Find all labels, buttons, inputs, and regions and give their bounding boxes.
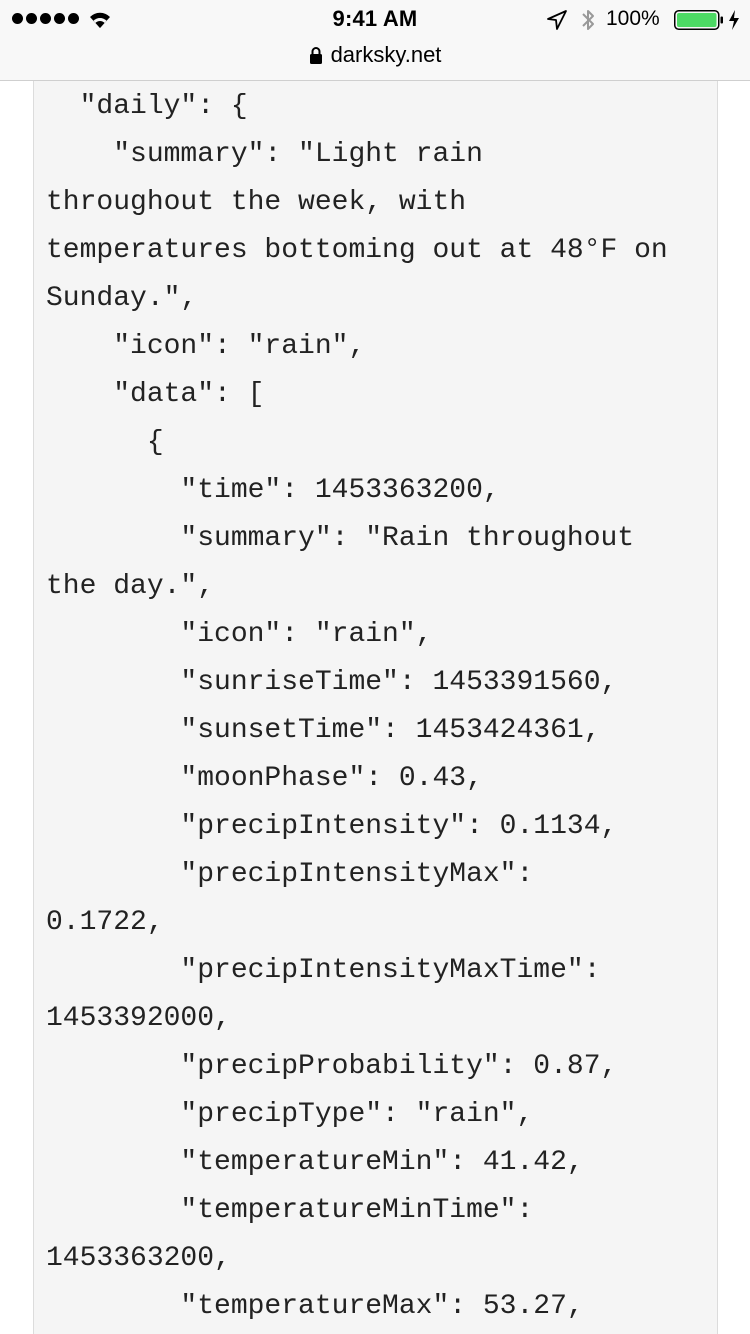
code-line: "temperatureMinTime": [46,1195,534,1226]
code-line: "data": [ [46,379,265,410]
code-line: "precipType": "rain", [46,1099,534,1130]
code-line: "temperatureMax": 53.27, [46,1291,584,1322]
code-line: "icon": "rain", [46,619,433,650]
code-line: "time": 1453363200, [46,475,500,506]
code-line: "icon": "rain", [46,331,366,362]
json-code-block: "daily": { "summary": "Light rain throug… [33,81,718,1334]
battery-icon [674,10,723,30]
code-line: "precipIntensityMaxTime": [46,955,601,986]
code-line: "temperatureMin": 41.42, [46,1147,584,1178]
code-line: 1453392000, [46,1003,231,1034]
code-line: 1453363200, [46,1243,231,1274]
charging-bolt-icon [729,10,739,30]
code-text: "daily": { "summary": "Light rain throug… [46,83,668,1331]
status-bar: 9:41 AM 100% [0,0,750,40]
url-bar[interactable]: darksky.net [0,40,750,81]
code-line: the day.", [46,571,215,602]
lock-icon [309,47,322,64]
url-domain: darksky.net [330,42,442,67]
code-line: "summary": "Rain throughout [46,523,635,554]
code-line: "sunsetTime": 1453424361, [46,715,601,746]
code-line: "summary": "Light rain [46,139,483,170]
code-line: Sunday.", [46,283,198,314]
code-line: { [46,427,164,458]
code-line: temperatures bottoming out at 48°F on [46,235,668,266]
location-arrow-icon [547,10,567,30]
code-line: 0.1722, [46,907,164,938]
code-line: "sunriseTime": 1453391560, [46,667,618,698]
battery-percent: 100% [606,7,660,30]
url-display[interactable]: darksky.net [0,40,750,70]
code-line: "moonPhase": 0.43, [46,763,483,794]
code-line: "daily": { [46,91,248,122]
code-line: "precipIntensityMax": [46,859,534,890]
code-line: throughout the week, with [46,187,467,218]
page-content: "daily": { "summary": "Light rain throug… [0,81,750,1334]
bluetooth-icon [582,10,594,30]
code-line: "precipProbability": 0.87, [46,1051,618,1082]
code-line: "precipIntensity": 0.1134, [46,811,618,842]
